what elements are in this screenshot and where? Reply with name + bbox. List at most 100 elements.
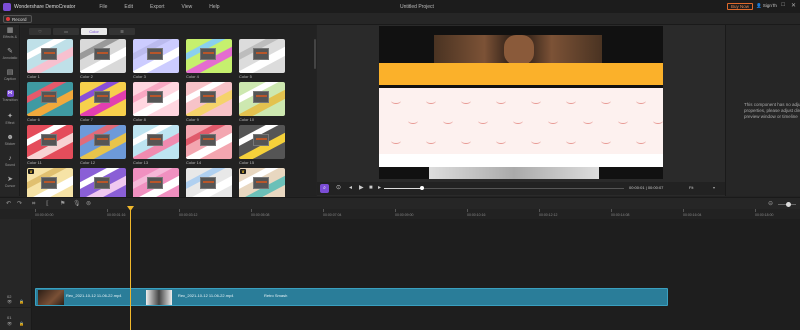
menu-export[interactable]: Export [150, 4, 164, 10]
transition-tile[interactable] [239, 39, 285, 73]
transition-tile[interactable] [80, 39, 126, 73]
tile-label: Color 12 [80, 160, 96, 165]
transition-tile[interactable] [80, 82, 126, 116]
sidebar-item-sticker[interactable]: ☻ Sticker [0, 134, 20, 146]
tab-favorites[interactable]: ♡ [29, 28, 51, 35]
record-timeline-icon[interactable]: ⊚ [86, 200, 91, 208]
tile-preview-thumbnail [41, 48, 57, 60]
transition-tile[interactable] [27, 125, 73, 159]
pattern-smile [636, 138, 646, 144]
tile-preview-thumbnail [41, 177, 57, 189]
ruler-tick [107, 209, 108, 212]
tile-preview-thumbnail [41, 134, 57, 146]
crop-icon[interactable]: ⌗ [32, 200, 35, 208]
transition-tile[interactable] [239, 82, 285, 116]
screenshot-icon[interactable]: ⊙ [336, 185, 341, 192]
tile-preview-thumbnail [200, 91, 216, 103]
sidebar-label: Effect [5, 121, 15, 125]
redo-icon[interactable]: ↷ [17, 200, 22, 208]
transition-tile[interactable] [80, 125, 126, 159]
buy-now-button[interactable]: Buy Now [727, 3, 754, 10]
zoom-icon[interactable]: ⌕ [320, 184, 329, 193]
tile-preview-thumbnail [94, 48, 110, 60]
menu-help[interactable]: Help [209, 4, 219, 10]
transition-tile[interactable] [186, 82, 232, 116]
tile-preview-thumbnail [200, 48, 216, 60]
sidebar-item-transition[interactable]: ⋈ Transition [0, 90, 20, 102]
transition-tile[interactable] [186, 125, 232, 159]
minimize-icon[interactable]: − [772, 2, 776, 9]
timeline-ruler[interactable]: 00:00:00:00 00:00:01:16 00:00:03:12 00:00:0… [0, 209, 800, 219]
list-icon: ☰ [120, 29, 124, 34]
transition-pattern-band [379, 88, 663, 154]
chevron-down-icon[interactable]: ▾ [713, 185, 715, 190]
undo-icon[interactable]: ↶ [6, 200, 11, 208]
timeline-toolbar: ↶ ↷ ⌗ ⟦ ⚑ 🎙 ⊚ ⊖ [0, 197, 800, 209]
sidebar-label: Sticker [4, 142, 16, 146]
preview-canvas[interactable] [379, 26, 663, 179]
fit-dropdown[interactable]: Fit [689, 185, 693, 190]
timecode: 00:00:01 | 00:00:07 [629, 185, 664, 190]
menu-edit[interactable]: Edit [124, 4, 133, 10]
tab-more[interactable]: ☰ [109, 28, 135, 35]
library-scrollbar[interactable] [314, 39, 316, 69]
tab-color[interactable]: Color [81, 28, 107, 35]
transition-tile[interactable] [27, 82, 73, 116]
tile-preview-thumbnail [147, 91, 163, 103]
stop-icon[interactable]: ■ [369, 185, 373, 192]
progress-knob[interactable] [420, 186, 425, 190]
tab-basic[interactable]: ▭ [53, 28, 79, 35]
pattern-smile [496, 138, 506, 144]
pattern-smile [601, 98, 611, 104]
ruler-label: 00:00:01:16 [107, 213, 126, 217]
ruler-label: 00:00:09:00 [395, 213, 414, 217]
timeline-zoom-knob[interactable] [786, 202, 791, 207]
transition-tile[interactable] [27, 39, 73, 73]
tile-label: Color 5 [239, 74, 252, 79]
split-icon[interactable]: ⟦ [46, 200, 49, 208]
zoom-out-icon[interactable]: ⊖ [768, 200, 773, 208]
title-bar: Wondershare DemoCreator File Edit Export… [0, 0, 800, 13]
track-number: 01 [7, 315, 12, 320]
sidebar-item-cursor[interactable]: ➤ Cursor [0, 176, 20, 188]
next-frame-icon[interactable]: ▸ [378, 185, 381, 192]
sidebar-item-annotation[interactable]: ✎ Annotatio [0, 48, 20, 60]
effects-icon: ▦ [6, 27, 14, 34]
pattern-smile [653, 118, 663, 124]
transition-tile[interactable] [186, 39, 232, 73]
sidebar-item-sound[interactable]: ♪ Sound [0, 155, 20, 167]
sidebar-item-caption[interactable]: ▤ Caption [0, 69, 20, 81]
maximize-icon[interactable]: □ [781, 2, 785, 9]
sidebar-item-effect[interactable]: ✦ Effect [0, 113, 20, 125]
frame-icon: ▭ [64, 29, 68, 34]
window-controls: − □ ✕ [772, 2, 796, 9]
sidebar-item-effects[interactable]: ▦ Effects & [0, 27, 20, 39]
app-logo-icon [3, 2, 11, 11]
track-eye-lock-icon[interactable]: 👁 🔒 [7, 321, 27, 326]
transition-tile[interactable] [239, 125, 285, 159]
play-icon[interactable]: ▶ [359, 185, 364, 192]
transition-tile[interactable] [133, 82, 179, 116]
marker-icon[interactable]: ⚑ [60, 200, 65, 208]
ruler-label: 00:00:05:08 [251, 213, 270, 217]
microphone-icon[interactable]: 🎙 [73, 200, 81, 208]
preview-panel: ⌕ ⊙ ◂ ▶ ■ ▸ 00:00:01 | 00:00:07 Fit ▾ [317, 25, 725, 196]
transition-tile[interactable] [133, 125, 179, 159]
sidebar-label: Sound [4, 163, 16, 167]
tile-label: Color 15 [239, 160, 255, 165]
pattern-smile [618, 118, 628, 124]
ruler-tick [395, 209, 396, 212]
close-icon[interactable]: ✕ [791, 2, 796, 9]
transition-tile[interactable] [133, 39, 179, 73]
track-header-2: 02 👁 🔒 [0, 219, 32, 307]
transition-orange-band [379, 63, 663, 85]
track-eye-lock-icon[interactable]: 👁 🔒 [7, 299, 27, 304]
record-button[interactable]: Record [3, 15, 32, 23]
heart-icon: ♡ [38, 29, 42, 34]
menu-view[interactable]: View [181, 4, 192, 10]
playhead[interactable] [130, 206, 131, 330]
playback-progress[interactable] [384, 186, 624, 190]
menu-file[interactable]: File [99, 4, 107, 10]
record-bar: Record [0, 13, 800, 25]
previous-frame-icon[interactable]: ◂ [349, 185, 352, 192]
